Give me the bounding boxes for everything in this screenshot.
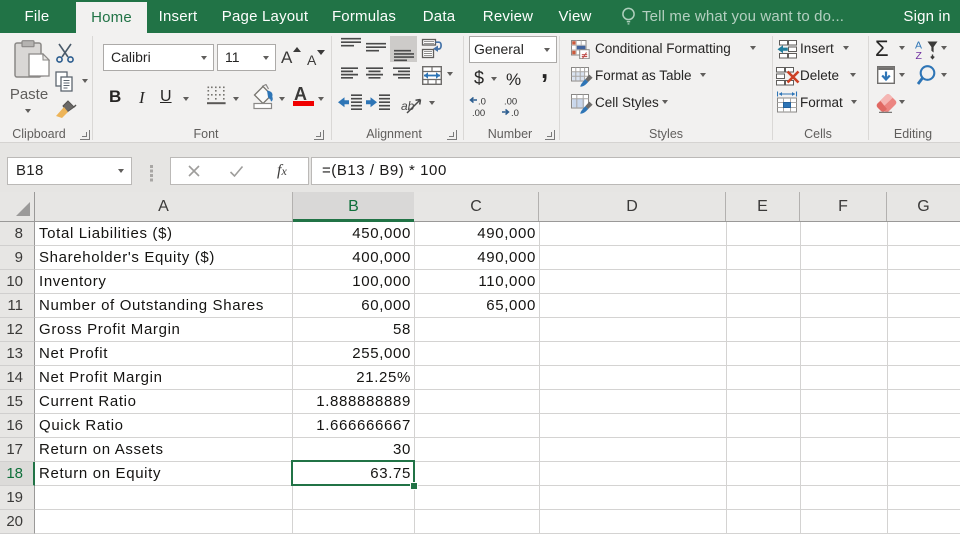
svg-text:Z: Z <box>916 50 923 60</box>
svg-text:.00: .00 <box>472 108 485 118</box>
svg-text:.00: .00 <box>504 97 517 108</box>
svg-text:.0: .0 <box>511 108 519 118</box>
svg-text:.0: .0 <box>478 97 486 108</box>
svg-text:ab: ab <box>401 99 415 113</box>
